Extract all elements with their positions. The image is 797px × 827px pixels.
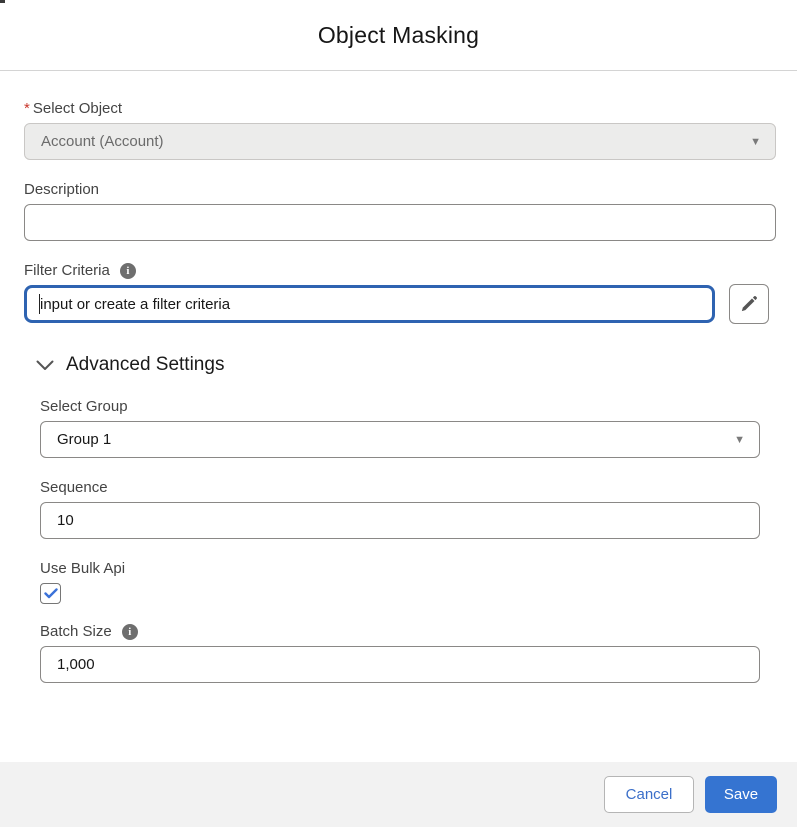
object-masking-modal: Object Masking * Select Object Account (… [0, 0, 797, 827]
description-input[interactable] [24, 204, 776, 241]
use-bulk-api-checkbox[interactable] [40, 583, 61, 604]
filter-criteria-input[interactable]: input or create a filter criteria [24, 285, 715, 323]
filter-criteria-label-text: Filter Criteria [24, 262, 110, 279]
save-button[interactable]: Save [705, 776, 777, 813]
pencil-icon [739, 294, 759, 314]
select-group-label: Select Group [40, 398, 128, 415]
description-field: Description [24, 181, 776, 241]
use-bulk-api-label: Use Bulk Api [40, 560, 126, 577]
description-label: Description [24, 181, 100, 198]
select-object-field: * Select Object Account (Account) ▼ [24, 100, 776, 160]
advanced-settings-toggle[interactable]: Advanced Settings [24, 354, 776, 376]
chevron-down-icon: ▼ [734, 433, 745, 446]
select-object-dropdown: Account (Account) ▼ [24, 123, 776, 160]
select-group-value: Group 1 [57, 431, 112, 448]
filter-criteria-value: input or create a filter criteria [40, 295, 231, 313]
batch-size-label-text: Batch Size [40, 623, 112, 640]
sequence-field: Sequence [40, 479, 776, 539]
select-group-field: Select Group Group 1 ▼ [40, 398, 776, 458]
advanced-settings-section: Select Group Group 1 ▼ Sequence Use Bulk… [24, 398, 776, 683]
cancel-button[interactable]: Cancel [604, 776, 694, 813]
chevron-down-icon [36, 360, 54, 371]
use-bulk-api-field: Use Bulk Api [40, 560, 776, 604]
info-icon[interactable]: i [119, 263, 136, 279]
corner-artifact [0, 0, 5, 3]
page-title: Object Masking [317, 21, 480, 48]
batch-size-field: Batch Size i [40, 623, 776, 683]
sequence-input[interactable] [40, 502, 760, 539]
edit-filter-button[interactable] [729, 284, 769, 324]
modal-footer: Cancel Save [0, 762, 797, 827]
modal-header: Object Masking [0, 0, 797, 71]
check-icon [43, 588, 58, 599]
select-object-label-text: Select Object [32, 100, 123, 117]
select-group-dropdown[interactable]: Group 1 ▼ [40, 421, 760, 458]
advanced-settings-title: Advanced Settings [66, 354, 225, 375]
select-object-value: Account (Account) [41, 133, 164, 150]
chevron-down-icon: ▼ [750, 135, 761, 148]
batch-size-label: Batch Size i [40, 623, 776, 641]
sequence-label: Sequence [40, 479, 108, 496]
filter-criteria-label: Filter Criteria i [24, 262, 776, 280]
filter-criteria-row: input or create a filter criteria [24, 284, 776, 324]
info-icon[interactable]: i [121, 624, 138, 640]
modal-body: * Select Object Account (Account) ▼ Desc… [0, 71, 797, 683]
select-object-label: * Select Object [24, 100, 776, 118]
batch-size-input[interactable] [40, 646, 760, 683]
required-asterisk: * [24, 100, 30, 117]
filter-criteria-field: Filter Criteria i input or create a filt… [24, 262, 776, 324]
